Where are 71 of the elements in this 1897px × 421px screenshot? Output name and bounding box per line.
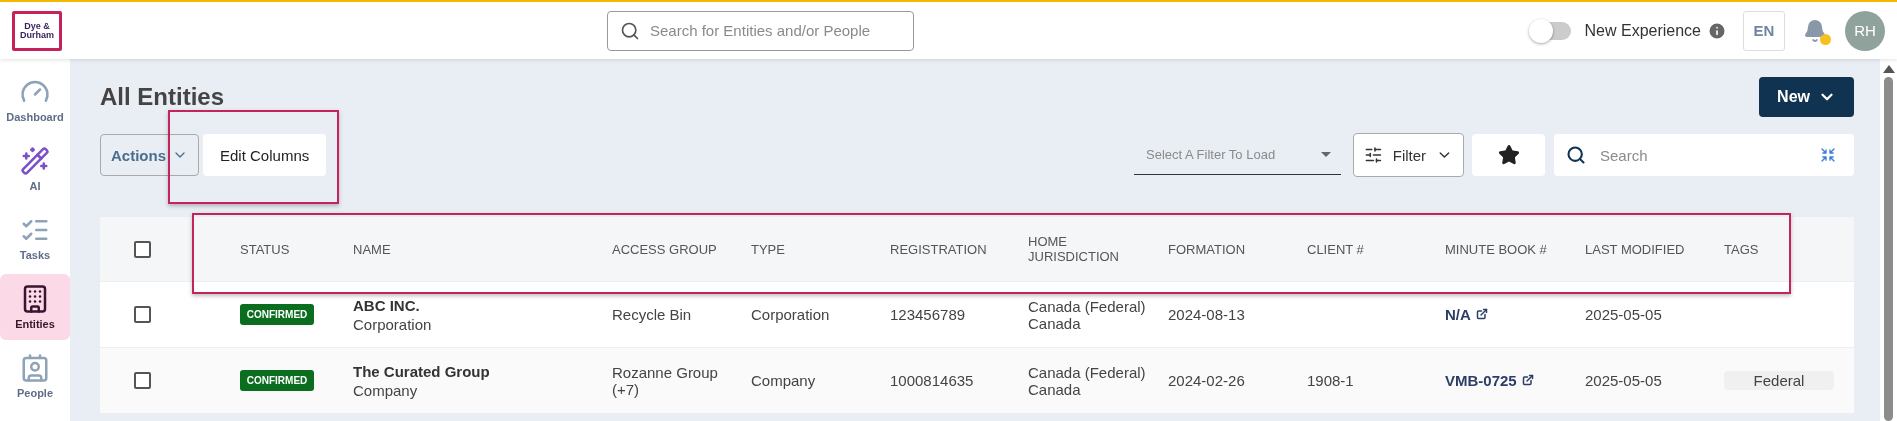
status-badge: CONFIRMED	[240, 304, 314, 325]
column-header: NAME	[353, 241, 392, 257]
edit-columns-button[interactable]: Edit Columns	[203, 134, 327, 176]
external-link-icon	[1475, 308, 1488, 320]
table-cell-text: Recycle Bin	[612, 306, 693, 323]
bell-icon	[1803, 18, 1827, 43]
column-header: FORMATION	[1168, 241, 1247, 257]
new-button[interactable]: New	[1759, 77, 1854, 117]
column-header: ACCESS GROUP	[612, 241, 717, 257]
dropdown-caret-icon	[1321, 152, 1331, 157]
column-header: STATUS	[240, 241, 291, 257]
info-icon[interactable]	[1707, 20, 1727, 41]
scrollbar-thumb[interactable]	[1884, 77, 1893, 421]
table-cell-text: 1000814635	[890, 372, 975, 389]
search-input[interactable]: Search	[1598, 145, 1808, 165]
column-header: TYPE	[751, 241, 786, 257]
column-header: REGISTRATION	[890, 241, 988, 257]
tag-chip: Federal	[1724, 371, 1834, 390]
checkbox[interactable]	[134, 372, 151, 389]
logo: Dye & Durham	[12, 10, 62, 51]
entity-name[interactable]: The Curated Group	[353, 362, 612, 380]
entity-type: Company	[353, 381, 419, 399]
filter-select[interactable]: Select A Filter To Load	[1134, 135, 1341, 175]
search-input[interactable]: Search for Entities and/or People	[648, 21, 901, 40]
star-icon	[1497, 144, 1520, 166]
table-cell-text: 2024-08-13	[1168, 306, 1246, 323]
language-button[interactable]: EN	[1743, 10, 1785, 51]
magic-wand-icon	[20, 146, 50, 176]
sidebar-item[interactable]: Dashboard	[0, 67, 70, 133]
table-cell-text: Canada (Federal) Canada	[1028, 363, 1147, 398]
checkbox[interactable]	[134, 306, 151, 323]
table-cell-text: 123456789	[890, 306, 967, 323]
toggle-label: New Experience	[1584, 21, 1701, 40]
sidebar-item[interactable]: Tasks	[0, 205, 70, 271]
toggle-switch[interactable]	[1530, 21, 1571, 40]
filter-select-input[interactable]: Select A Filter To Load	[1144, 146, 1321, 163]
entity-name[interactable]: ABC INC.	[353, 296, 612, 314]
status-badge: CONFIRMED	[240, 370, 314, 391]
actions-button[interactable]: Actions	[100, 134, 199, 176]
search-icon	[620, 20, 640, 41]
column-header: MINUTE BOOK #	[1445, 241, 1548, 257]
table-cell-text: Corporation	[751, 306, 831, 323]
table-cell-text: Canada (Federal) Canada	[1028, 297, 1147, 332]
table-cell-text: Company	[751, 372, 817, 389]
filter-button[interactable]: Filter	[1353, 133, 1464, 177]
scroll-up-arrow-icon[interactable]	[1882, 65, 1895, 73]
search-field[interactable]: Search	[1554, 134, 1854, 176]
favorites-button[interactable]	[1472, 134, 1545, 176]
sidebar-item[interactable]: People	[0, 343, 70, 409]
entity-type: Corporation	[353, 315, 433, 333]
minute-book-link[interactable]: N/A	[1445, 305, 1488, 323]
sliders-icon	[1364, 145, 1383, 165]
contact-card-icon	[20, 353, 50, 383]
collapse-icon[interactable]	[1820, 147, 1836, 163]
table-cell-text: Rozanne Group (+7)	[612, 363, 719, 398]
minute-book-link[interactable]: VMB-0725	[1445, 371, 1534, 389]
column-header: HOME JURISDICTION	[1028, 234, 1120, 264]
column-header: LAST MODIFIED	[1585, 241, 1686, 257]
sidebar-item[interactable]: Entities	[0, 274, 70, 340]
column-header: CLIENT #	[1307, 241, 1365, 257]
table-cell-text: 2025-05-05	[1585, 372, 1663, 389]
table-cell-text: 2025-05-05	[1585, 306, 1663, 323]
search-icon	[1566, 145, 1586, 165]
search-field[interactable]: Search for Entities and/or People	[607, 10, 914, 51]
external-link-icon	[1521, 374, 1534, 386]
column-header: TAGS	[1724, 241, 1760, 257]
table-cell-text: 2024-02-26	[1168, 372, 1246, 389]
checkbox[interactable]	[134, 240, 151, 258]
page-title: All Entities	[100, 83, 225, 111]
sidebar-item[interactable]: AI	[0, 136, 70, 202]
table-cell-text: 1908-1	[1307, 371, 1355, 389]
